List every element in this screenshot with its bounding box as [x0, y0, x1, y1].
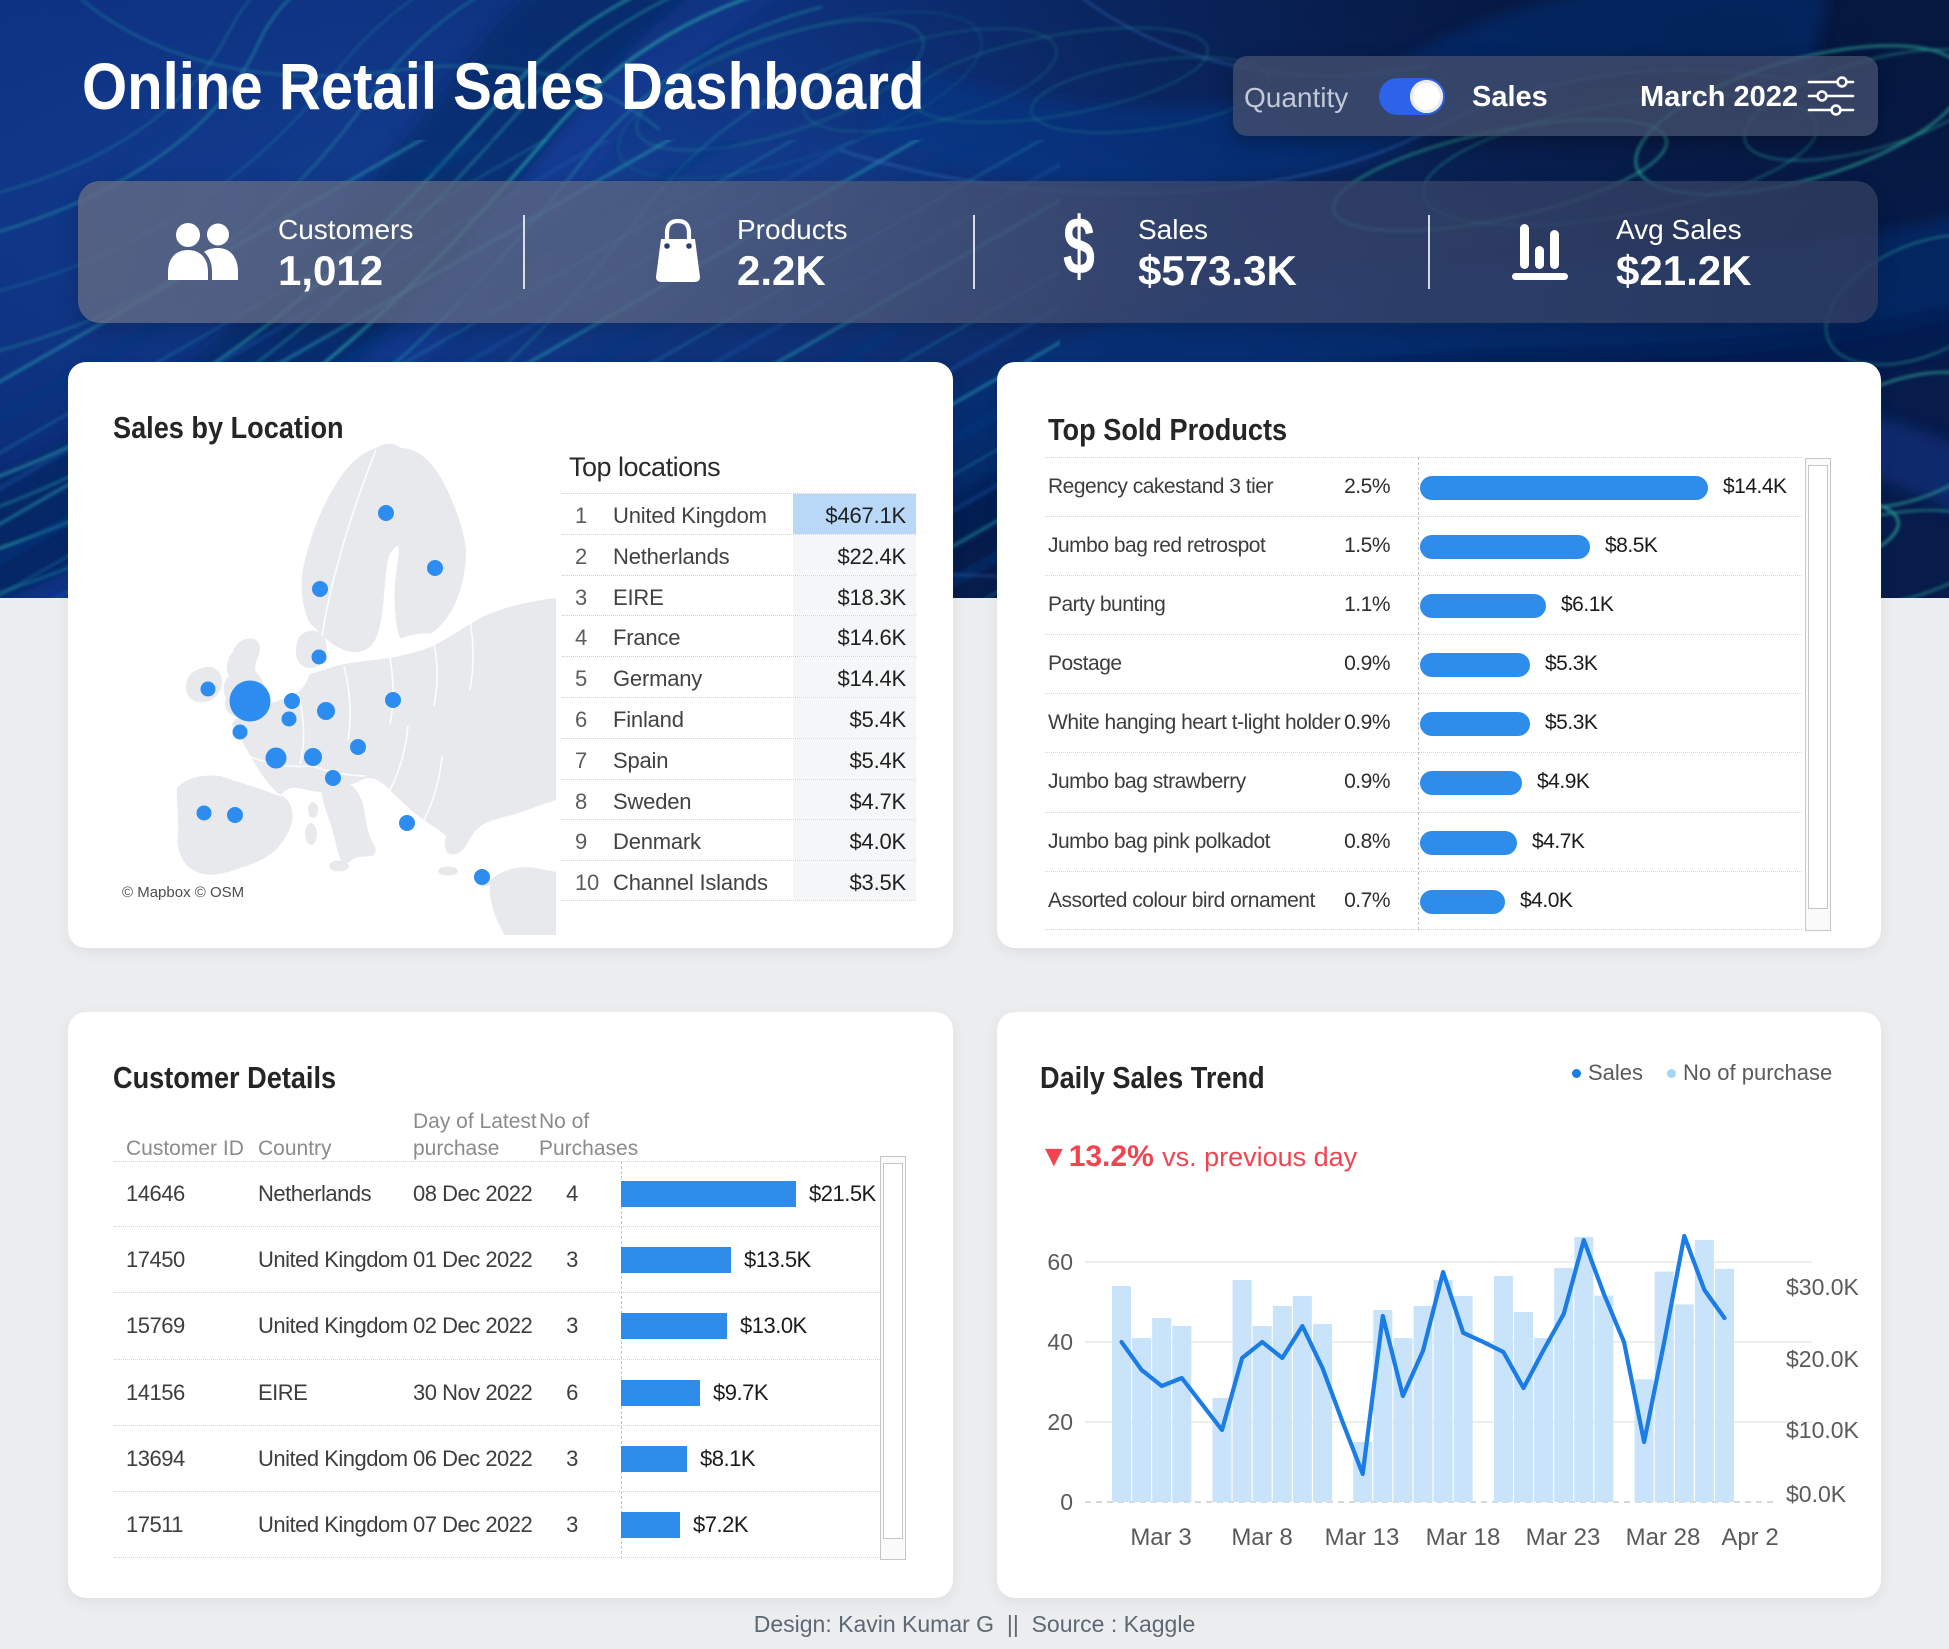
- svg-text:Mar 28: Mar 28: [1626, 1524, 1701, 1551]
- svg-text:40: 40: [1047, 1329, 1073, 1355]
- svg-text:Mar 18: Mar 18: [1426, 1524, 1501, 1551]
- svg-text:Mar 3: Mar 3: [1130, 1524, 1191, 1551]
- svg-text:0: 0: [1060, 1489, 1073, 1515]
- svg-text:Mar 23: Mar 23: [1526, 1524, 1601, 1551]
- svg-text:20: 20: [1047, 1409, 1073, 1435]
- svg-text:60: 60: [1047, 1249, 1073, 1275]
- svg-text:Mar 13: Mar 13: [1325, 1524, 1400, 1551]
- svg-text:Apr 2: Apr 2: [1721, 1524, 1778, 1551]
- svg-text:$30.0K: $30.0K: [1786, 1274, 1860, 1300]
- svg-text:$20.0K: $20.0K: [1786, 1346, 1860, 1372]
- svg-text:$10.0K: $10.0K: [1786, 1417, 1860, 1443]
- svg-text:Mar 8: Mar 8: [1231, 1524, 1292, 1551]
- svg-text:$0.0K: $0.0K: [1786, 1481, 1847, 1507]
